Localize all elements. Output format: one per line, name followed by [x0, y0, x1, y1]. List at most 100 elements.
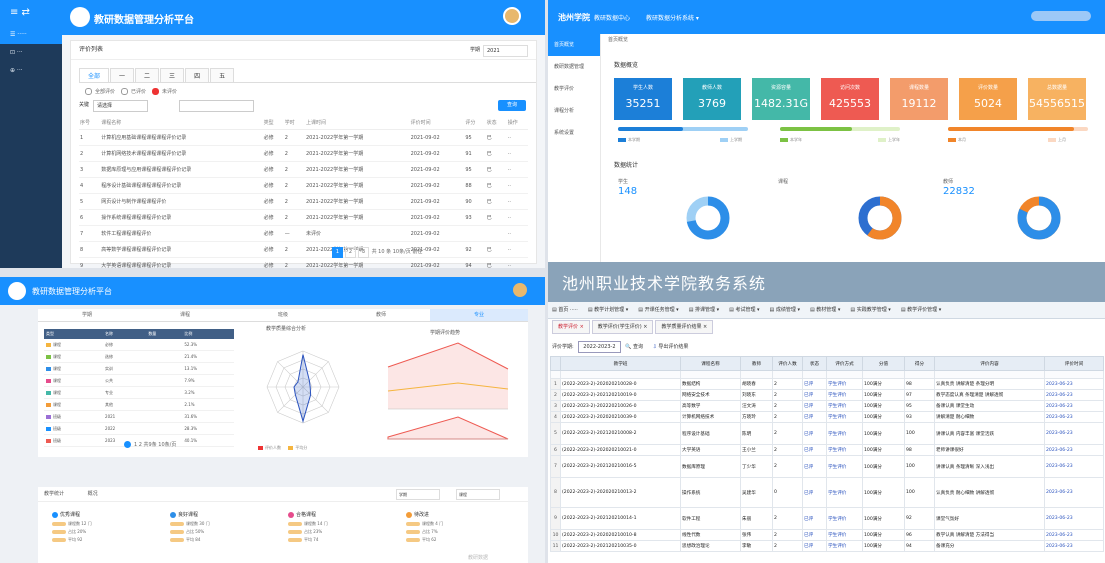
card-row: 平均 84	[170, 537, 270, 545]
filter-cell[interactable]	[904, 370, 935, 379]
search-button[interactable]: 查询	[498, 100, 526, 111]
table-cell: 2	[772, 378, 803, 390]
filter-cell[interactable]	[550, 370, 561, 379]
table-row[interactable]: 2 计算机网络技术课程课程课程评价记录 必修 2 2021-2022学年第一学期 2021…	[79, 145, 528, 162]
table-row[interactable]: 5 (2022-2023-2)-202120210008-2 程序设计基础 陈明 2 已评…	[550, 422, 1104, 445]
table-row[interactable]: 7 (2022-2023-2)-202120210016-5 数据库原理 丁少华 2 已评…	[550, 455, 1104, 478]
pager-text: 共 10 条 10条/页 前往	[370, 249, 423, 255]
tab-0[interactable]: 教学评价 ×	[552, 320, 590, 334]
page-button[interactable]: 1	[332, 247, 343, 258]
tab-1[interactable]: 一	[110, 68, 135, 82]
tab-5[interactable]: 五	[210, 68, 235, 82]
table-cell: 朱丽	[740, 507, 773, 530]
radio-icon[interactable]	[121, 88, 129, 95]
table-row[interactable]: 1 计算机应用基础课程课程课程评价记录 必修 2 2021-2022学年第一学期 2021…	[79, 129, 528, 146]
filter-select[interactable]: 请选择	[93, 100, 148, 112]
card-row: 课程数 30 门	[170, 521, 270, 529]
table-row[interactable]: 5 网页设计与制作课程课程评价 必修 2 2021-2022学年第一学期 2021-09-…	[79, 193, 528, 210]
table-row[interactable]: 8 (2022-2023-2)-202020210013-2 操作系统 吴建华 0 已评学…	[550, 477, 1104, 508]
card-row: 平均 62	[406, 537, 506, 545]
export-button[interactable]: 导出评价结果	[658, 344, 688, 350]
column-header[interactable]: 课程名称	[680, 356, 741, 371]
table-cell: 学生评价	[826, 411, 863, 423]
tab-1[interactable]: 教学评价(学生评价) ×	[591, 320, 654, 334]
column-header[interactable]: 教学班	[560, 356, 681, 371]
stat-card: 待改进 课程数 4 门占比 7% 平均 62	[406, 511, 506, 563]
menu-item[interactable]: ▤ 成绩管理 ▾	[770, 307, 800, 313]
sidebar-item-1[interactable]: ☰ ·····	[0, 26, 62, 44]
table-row[interactable]: 3 (2022-2023-2)-202220210026-0 高等数学 汪文涛 2 已评学…	[550, 400, 1104, 412]
table-row[interactable]: 11 (2022-2023-2)-202120210035-0 思想政治理论 李敏 2 已…	[550, 540, 1104, 552]
column-header[interactable]: 状态	[802, 356, 827, 371]
sidebar-item-3[interactable]: ⊕ ···	[0, 62, 62, 80]
avatar[interactable]	[503, 7, 521, 25]
search-icon: 🔍	[625, 344, 632, 350]
table-cell: 2	[772, 455, 803, 478]
table-row[interactable]: 4 (2022-2023-2)-202020210039-0 计算机网络技术 方晓玲 2…	[550, 411, 1104, 423]
column-header[interactable]: 评价方式	[826, 356, 863, 371]
menu-item[interactable]: ▤ 考试管理 ▾	[729, 307, 759, 313]
filter-cell[interactable]	[740, 370, 773, 379]
column-header: 学时	[283, 116, 305, 130]
table-row[interactable]: 2 (2022-2023-2)-202120210019-0 网络安全技术 刘晓东 2 已…	[550, 389, 1104, 401]
filter-cell[interactable]	[1044, 370, 1104, 379]
table-row[interactable]: 9 (2022-2023-2)-202120210014-1 软件工程 朱丽 2 已评 学生…	[550, 507, 1104, 530]
menu-item[interactable]: ▤ 教材管理 ▾	[810, 307, 840, 313]
menu-item[interactable]: ▤ 排课管理 ▾	[689, 307, 719, 313]
filter-cell[interactable]	[934, 370, 1045, 379]
analysis-charts	[266, 342, 509, 440]
tab-3[interactable]: 三	[160, 68, 185, 82]
table-row[interactable]: 1 (2022-2023-2)-202020210028-0 数据结构 胡晓春 2 已评学…	[550, 378, 1104, 390]
term-select[interactable]: 2022-2023-2	[578, 340, 621, 353]
menu-item[interactable]: ▤ 开课任务管理 ▾	[638, 307, 678, 313]
filter-cell[interactable]	[826, 370, 863, 379]
term-select[interactable]: 学期	[396, 489, 440, 500]
radio-icon[interactable]	[152, 88, 160, 95]
table-row[interactable]: 6 操作系统课程课程课程评价记录 必修 2 2021-2022学年第一学期 2021-09…	[79, 209, 528, 226]
sidebar-item-2[interactable]: ⊡ ···	[0, 44, 62, 62]
page-button[interactable]: 2	[345, 247, 356, 258]
menu-item[interactable]: ▤ 首页 ·····	[552, 307, 578, 313]
menu-item[interactable]: ▤ 实践教学管理 ▾	[850, 307, 890, 313]
table-row[interactable]: 4 程序设计基础课程课程课程评价记录 必修 2 2021-2022学年第一学期 2021-…	[79, 177, 528, 194]
tab-4[interactable]: 四	[185, 68, 210, 82]
menu-item[interactable]: ▤ 教学计划管理 ▾	[588, 307, 628, 313]
filter-cell[interactable]	[772, 370, 803, 379]
course-select[interactable]: 课程	[456, 489, 500, 500]
date-range-input[interactable]	[179, 100, 254, 112]
term-select[interactable]: 2021	[483, 45, 528, 57]
table-cell: 学生评价	[826, 477, 863, 508]
radio-icon[interactable]	[85, 88, 92, 95]
page-button[interactable]: 3	[358, 247, 369, 258]
menu-item[interactable]: ▤ 教学评价管理 ▾	[901, 307, 941, 313]
filter-cell[interactable]	[560, 370, 681, 379]
menu-toggle-icon[interactable]: ≡ ⇄	[0, 0, 62, 26]
column-header[interactable]: 得分	[904, 356, 935, 371]
tab-2[interactable]: 教学质量评价结果 ×	[655, 320, 714, 334]
row-bar-icon	[406, 530, 420, 534]
table-row[interactable]: 3 数据库原理与应用课程课程课程评价记录 必修 2 2021-2022学年第一学期 202…	[79, 161, 528, 178]
column-header[interactable]: 分值	[862, 356, 905, 371]
table-cell: 100	[904, 477, 935, 508]
tab-0[interactable]: 全部	[79, 68, 110, 82]
table-cell: 98	[904, 378, 935, 390]
column-header[interactable]: 评价内容	[934, 356, 1045, 371]
column-header[interactable]: 评价时间	[1044, 356, 1104, 371]
table-cell: ··	[506, 241, 528, 258]
table-row[interactable]: 10 (2022-2023-2)-202020210010-8 线性代数 张伟 2 已评学…	[550, 529, 1104, 541]
status-icon	[406, 511, 412, 518]
column-header[interactable]: 教师	[740, 356, 773, 371]
table-row[interactable]: 9 大学英语课程课程课程评价记录 必修 2 2021-2022学年第一学期 2021-09…	[79, 257, 528, 268]
column-header[interactable]: 评价人数	[772, 356, 803, 371]
table-row[interactable]: 8高等数学课程课程课程评价记录必修22021-2022学年第一学期2021-09…	[79, 241, 528, 258]
avatar[interactable]	[513, 283, 527, 297]
tab-2[interactable]: 二	[135, 68, 160, 82]
table-row[interactable]: 6 (2022-2023-2)-202020210021-0 大学英语 王小兰 2 已评学…	[550, 444, 1104, 456]
filter-cell[interactable]	[862, 370, 905, 379]
table-row[interactable]: 7 软件工程课程课程评价 必修 — 未评价 2021-09-02 ··	[79, 225, 528, 242]
table-cell: 老师讲课很好	[934, 444, 1045, 456]
query-button[interactable]: 查询	[633, 344, 643, 350]
filter-cell[interactable]	[680, 370, 741, 379]
card-tab[interactable]: 概况	[88, 491, 98, 497]
filter-cell[interactable]	[802, 370, 827, 379]
